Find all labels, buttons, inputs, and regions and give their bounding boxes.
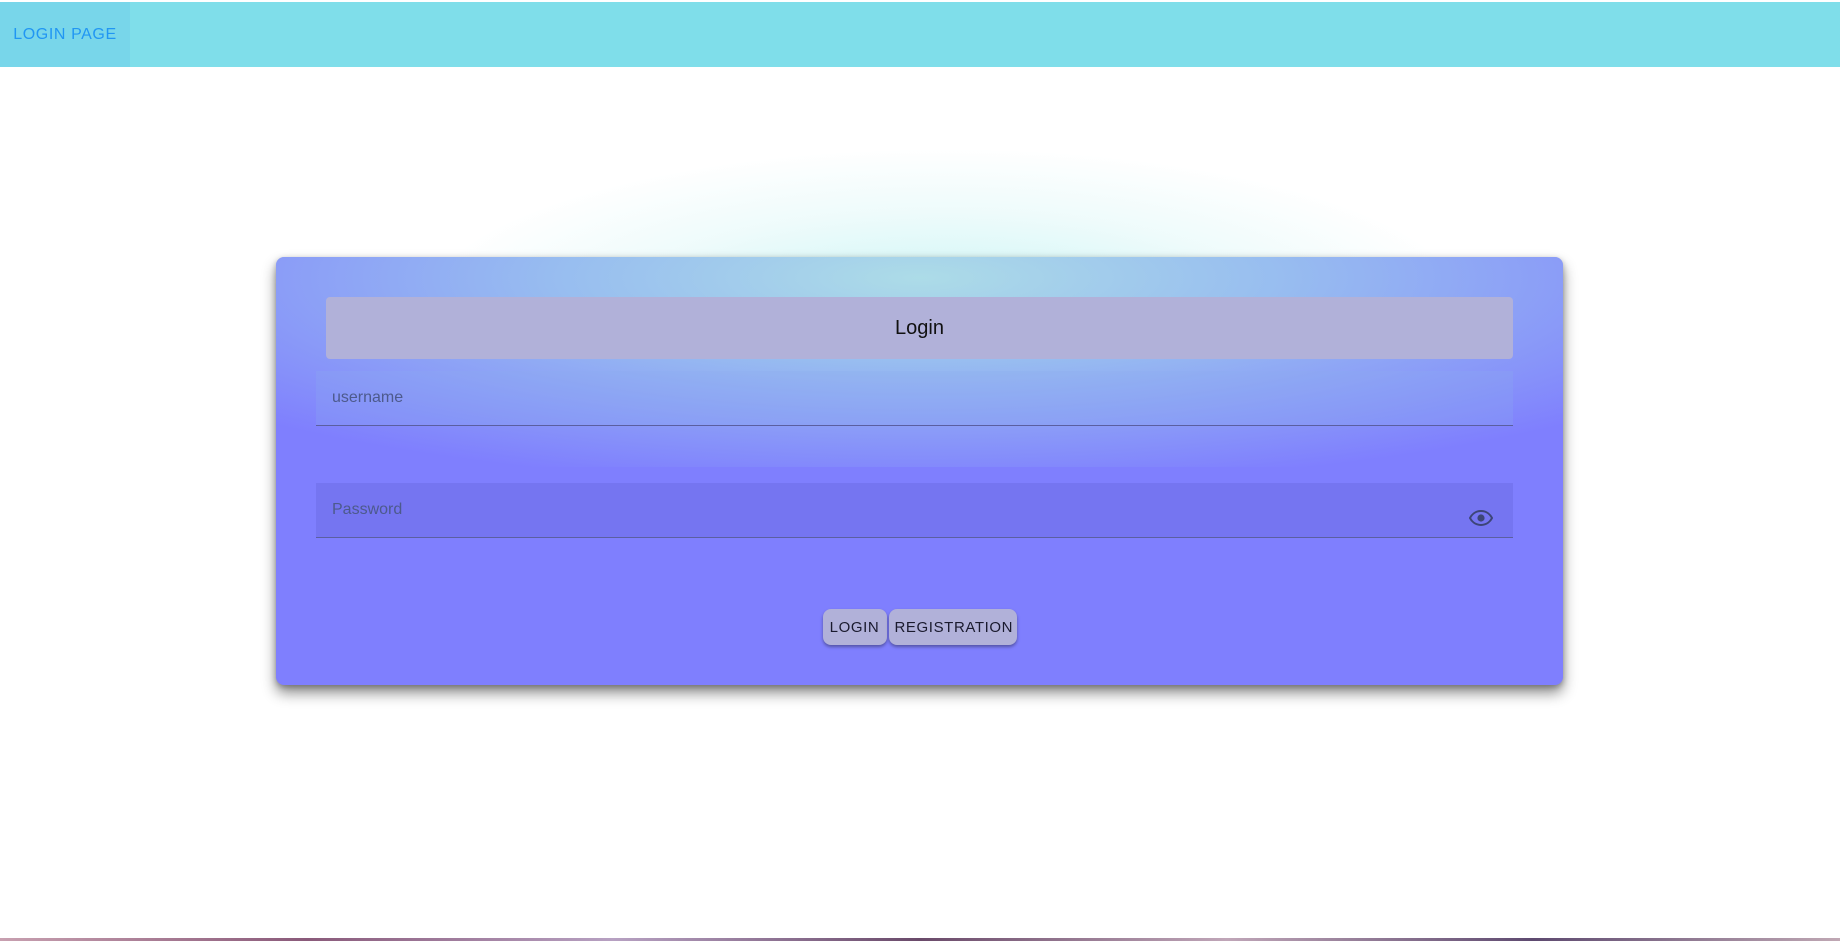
registration-button[interactable]: Registration — [888, 609, 1017, 645]
password-input[interactable] — [316, 483, 1513, 537]
login-card: Login Login Registration — [276, 257, 1563, 685]
eye-icon[interactable] — [1468, 509, 1494, 527]
card-title: Login — [326, 297, 1513, 359]
username-input[interactable] — [316, 371, 1513, 425]
username-field — [316, 371, 1513, 426]
card-glow — [276, 257, 1563, 467]
form-actions: Login Registration — [276, 609, 1563, 645]
password-field — [316, 483, 1513, 538]
tab-login-page[interactable]: Login Page — [0, 2, 130, 67]
top-app-bar: Login Page — [0, 2, 1840, 67]
login-button[interactable]: Login — [822, 609, 887, 645]
